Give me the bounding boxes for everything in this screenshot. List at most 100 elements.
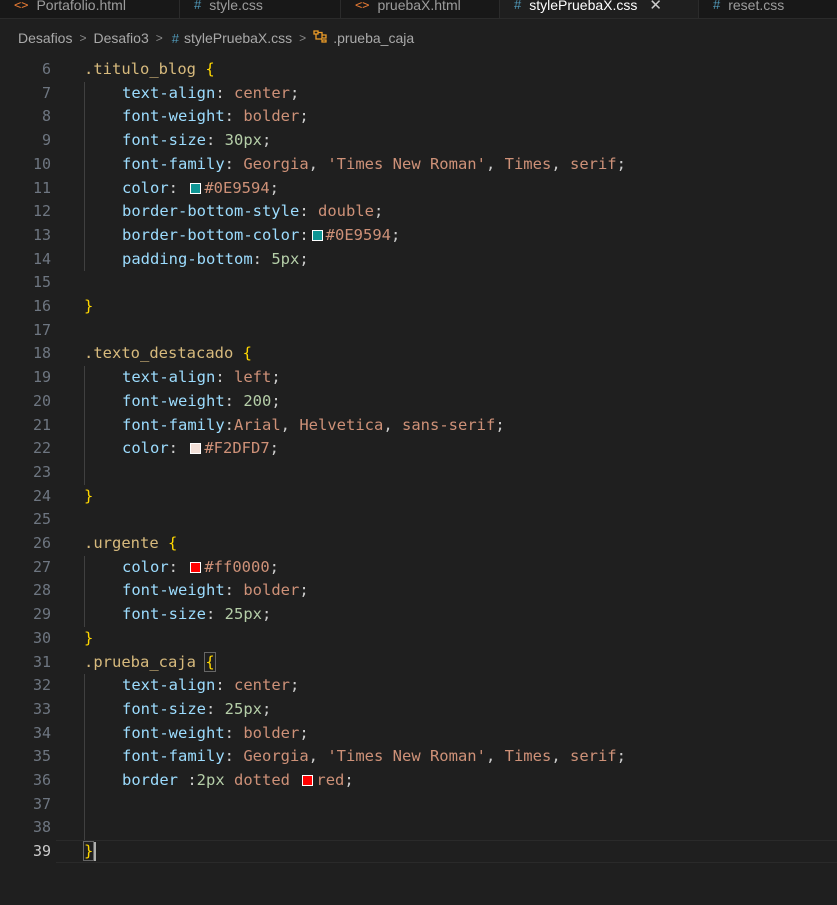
tab-label: style.css bbox=[209, 0, 263, 13]
css-punctuation bbox=[233, 344, 242, 362]
line-number: 34 bbox=[32, 723, 51, 742]
code-line[interactable]: 25 bbox=[0, 508, 837, 532]
code-line[interactable]: 12 border-bottom-style: double; bbox=[0, 200, 837, 224]
css-number: 5px bbox=[271, 249, 300, 268]
html-file-icon: <> bbox=[355, 0, 370, 12]
line-number: 28 bbox=[32, 581, 51, 600]
color-swatch[interactable] bbox=[190, 443, 202, 455]
code-line[interactable]: 10 font-family: Georgia, 'Times New Roman… bbox=[0, 153, 837, 177]
line-number: 36 bbox=[32, 771, 51, 789]
css-punctuation: : bbox=[224, 391, 244, 410]
line-number: 24 bbox=[32, 486, 51, 505]
code-line[interactable]: 14 padding-bottom: 5px; bbox=[0, 248, 837, 272]
code-line[interactable]: 15 bbox=[0, 271, 837, 295]
css-punctuation: ; bbox=[262, 699, 272, 718]
tab-label: Portafolio.html bbox=[36, 0, 126, 13]
code-line[interactable]: 24} bbox=[0, 485, 837, 509]
close-icon[interactable]: ✕ bbox=[649, 0, 662, 14]
color-swatch[interactable] bbox=[302, 775, 314, 786]
code-line[interactable]: 7 text-align: center; bbox=[0, 82, 837, 106]
css-punctuation: : bbox=[206, 699, 225, 718]
breadcrumb: Desafios > Desafio3 > # stylePruebaX.css… bbox=[0, 26, 837, 50]
code-line[interactable]: 35 font-family: Georgia, 'Times New Roman… bbox=[0, 745, 837, 769]
code-text: border-bottom-color: #0E9594; bbox=[122, 224, 400, 248]
css-selector: .prueba_caja bbox=[84, 652, 196, 671]
tab-style-css[interactable]: # style.css bbox=[180, 0, 341, 18]
line-number: 7 bbox=[41, 83, 51, 102]
color-swatch[interactable] bbox=[190, 561, 202, 573]
tab-pruebax-html[interactable]: <> pruebaX.html bbox=[341, 0, 500, 18]
css-punctuation: ; bbox=[271, 368, 281, 387]
code-line[interactable]: 9 font-size: 30px; bbox=[0, 129, 837, 153]
css-punctuation: ; bbox=[390, 225, 401, 244]
line-number: 32 bbox=[32, 676, 51, 695]
css-punctuation bbox=[196, 60, 205, 78]
code-line[interactable]: 22 color: #F2DFD7; bbox=[0, 437, 837, 461]
css-value: Times bbox=[504, 747, 552, 766]
css-punctuation: ; bbox=[299, 249, 309, 268]
css-punctuation: : bbox=[224, 723, 244, 742]
css-brace-matched: { bbox=[204, 651, 216, 672]
breadcrumb-symbol[interactable]: .prueba_caja bbox=[333, 30, 414, 46]
code-line[interactable]: 39} bbox=[0, 840, 837, 864]
code-line[interactable]: 36 border :2px dotted red; bbox=[0, 769, 837, 793]
code-editor[interactable]: 6 .titulo_blog {7 text-align: center; 8 font… bbox=[0, 58, 837, 905]
code-line[interactable]: 16} bbox=[0, 295, 837, 319]
css-brace: { bbox=[168, 534, 178, 552]
css-punctuation: , bbox=[485, 747, 505, 766]
code-line[interactable]: 37 bbox=[0, 793, 837, 817]
line-number: 29 bbox=[32, 605, 51, 624]
code-text: font-size: 25px; bbox=[122, 698, 271, 722]
css-property: font-size bbox=[122, 699, 206, 718]
breadcrumb-folder-desafios[interactable]: Desafios bbox=[18, 30, 72, 46]
code-line[interactable]: 17 bbox=[0, 319, 837, 343]
breadcrumb-folder-desafio3[interactable]: Desafio3 bbox=[93, 30, 148, 46]
code-line[interactable]: 28 font-weight: bolder; bbox=[0, 579, 837, 603]
code-line[interactable]: 13 border-bottom-color: #0E9594; bbox=[0, 224, 837, 248]
code-line[interactable]: 29 font-size: 25px; bbox=[0, 603, 837, 627]
code-text: font-weight: bolder; bbox=[122, 105, 309, 129]
css-punctuation: : bbox=[215, 676, 234, 695]
code-line[interactable]: 26 .urgente { bbox=[0, 532, 837, 556]
code-line[interactable]: 6 .titulo_blog { bbox=[0, 58, 837, 82]
css-file-icon: # bbox=[713, 0, 721, 12]
css-value: #0E9594 bbox=[204, 178, 270, 197]
symbol-class-icon bbox=[313, 30, 328, 46]
line-number: 33 bbox=[32, 699, 51, 718]
code-line[interactable]: 32 text-align: center; bbox=[0, 674, 837, 698]
css-number: 2px bbox=[196, 771, 225, 789]
code-line[interactable]: 21 font-family:Arial, Helvetica, sans-ser… bbox=[0, 414, 837, 438]
code-line[interactable]: 20 font-weight: 200; bbox=[0, 390, 837, 414]
code-line[interactable]: 11 color: #0E9594; bbox=[0, 177, 837, 201]
color-swatch[interactable] bbox=[311, 229, 323, 241]
css-brace: { bbox=[242, 344, 252, 363]
code-line[interactable]: 19 text-align: left; bbox=[0, 366, 837, 390]
code-text: } bbox=[84, 295, 93, 319]
css-property: font-family bbox=[122, 154, 225, 173]
tab-portafolio-html[interactable]: <> Portafolio.html bbox=[0, 0, 180, 18]
code-line[interactable]: 18 .texto_destacado { bbox=[0, 342, 837, 366]
tab-stylepruebax-css[interactable]: # stylePruebaX.css ✕ bbox=[500, 0, 699, 18]
css-property: font-weight bbox=[122, 391, 225, 410]
code-line[interactable]: 38 bbox=[0, 816, 837, 840]
color-swatch[interactable] bbox=[190, 182, 202, 194]
css-number: 25px bbox=[224, 699, 262, 718]
breadcrumb-file[interactable]: stylePruebaX.css bbox=[184, 30, 292, 46]
code-line[interactable]: 33 font-size: 25px; bbox=[0, 698, 837, 722]
code-line[interactable]: 30} bbox=[0, 627, 837, 651]
code-text: border :2px dotted red; bbox=[122, 769, 354, 793]
css-property: color bbox=[122, 557, 169, 576]
css-property: color bbox=[122, 439, 169, 458]
css-punctuation: ; bbox=[299, 107, 309, 126]
code-line[interactable]: 8 font-weight: bolder; bbox=[0, 105, 837, 129]
line-number: 15 bbox=[32, 273, 51, 292]
code-text: .texto_destacado { bbox=[84, 342, 252, 366]
line-number: 13 bbox=[32, 225, 51, 244]
code-line[interactable]: 23 bbox=[0, 461, 837, 485]
code-line[interactable]: 34 font-weight: bolder; bbox=[0, 722, 837, 746]
tab-reset-css[interactable]: # reset.css bbox=[699, 0, 837, 18]
code-line[interactable]: 31 .prueba_caja { bbox=[0, 651, 837, 675]
css-property: font-weight bbox=[122, 107, 225, 126]
css-value: 'Times New Roman' bbox=[327, 154, 486, 173]
code-line[interactable]: 27 color: #ff0000; bbox=[0, 556, 837, 580]
